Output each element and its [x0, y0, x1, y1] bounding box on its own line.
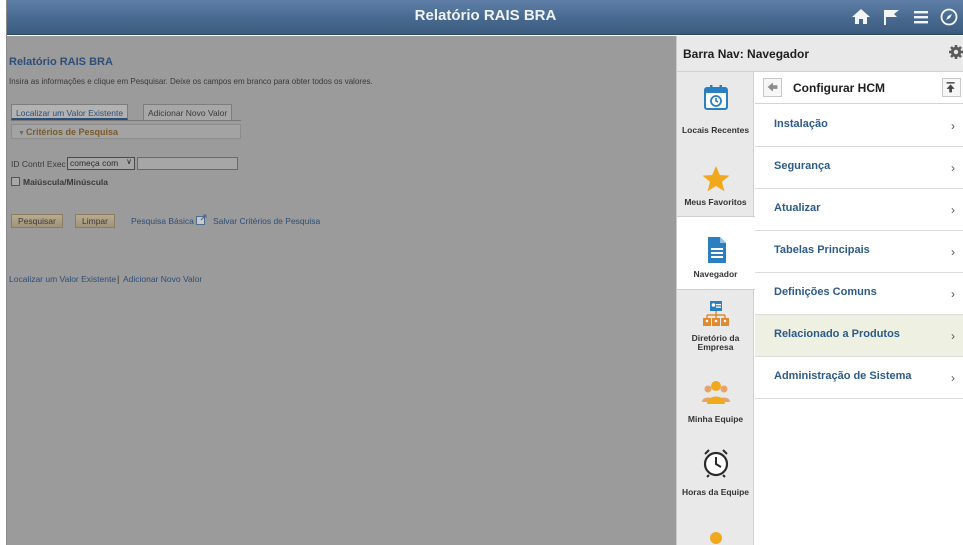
chevron-down-icon: ∨ — [126, 157, 132, 166]
menu-icon[interactable] — [911, 7, 931, 27]
gear-icon[interactable] — [948, 44, 963, 60]
rail-label-company-directory: Diretório da Empresa — [691, 333, 740, 352]
menu-label-security: Segurança — [774, 160, 831, 172]
rail-label-recent-places: Locais Recentes — [681, 125, 750, 135]
document-icon — [701, 235, 731, 265]
search-button[interactable]: Pesquisar — [11, 214, 63, 228]
chevron-right-icon: › — [951, 329, 955, 343]
page-instructions: Insira as informações e clique em Pesqui… — [9, 77, 373, 86]
menu-item-product-related[interactable]: Relacionado a Produtos › — [755, 315, 963, 357]
menu-label-installation: Instalação — [774, 118, 828, 130]
menu-item-update[interactable]: Atualizar › — [755, 189, 963, 231]
case-label: Maiúscula/Minúscula — [23, 177, 109, 187]
menu-label-system-administration: Administração de Sistema — [774, 370, 912, 382]
team-icon — [701, 376, 731, 406]
menu-item-security[interactable]: Segurança › — [755, 147, 963, 189]
rail-label-team-time: Horas da Equipe — [681, 487, 750, 497]
rail-item-navigator[interactable]: Navegador — [677, 216, 755, 290]
basic-search-link[interactable]: Pesquisa Básica — [131, 216, 194, 226]
operator-select[interactable]: começa com ∨ — [67, 157, 135, 170]
field-label-id: ID Contrl Exec — [11, 159, 66, 169]
rail-item-company-directory[interactable]: Diretório da Empresa — [677, 292, 754, 362]
alarm-clock-icon — [701, 448, 731, 478]
org-chart-icon — [701, 300, 731, 330]
chevron-right-icon: › — [951, 119, 955, 133]
save-criteria-icon[interactable] — [196, 212, 207, 225]
top-banner: Relatório RAIS BRA — [7, 0, 963, 35]
tab-find-existing[interactable]: Localizar um Valor Existente — [11, 104, 129, 120]
banner-title: Relatório RAIS BRA — [414, 7, 557, 24]
case-checkbox[interactable] — [11, 177, 20, 186]
tab-add-new[interactable]: Adicionar Novo Valor — [143, 104, 233, 120]
app-window: Relatório RAIS BRA Relatório RAIS BRA In… — [6, 0, 963, 545]
compass-icon[interactable] — [939, 7, 959, 27]
bottom-link-find-existing[interactable]: Localizar um Valor Existente — [9, 274, 116, 284]
search-criteria-label: Critérios de Pesquisa — [25, 127, 118, 137]
search-page: Relatório RAIS BRA Insira as informações… — [7, 36, 676, 545]
nav-bar-header: Barra Nav: Navegador — [677, 36, 963, 72]
menu-item-installation[interactable]: Instalação › — [755, 105, 963, 147]
menu-label-main-tables: Tabelas Principais — [774, 244, 870, 256]
menu-label-update: Atualizar — [774, 202, 821, 214]
chevron-right-icon: › — [951, 371, 955, 385]
rail-label-favorites: Meus Favoritos — [684, 197, 747, 207]
rail-label-navigator: Navegador — [693, 269, 738, 279]
link-separator: | — [117, 274, 120, 284]
operator-value: começa com — [70, 158, 119, 168]
page-title: Relatório RAIS BRA — [9, 56, 113, 68]
search-criteria-header[interactable]: ▼Critérios de Pesquisa — [11, 124, 241, 139]
tab-divider — [11, 120, 241, 121]
clear-button[interactable]: Limpar — [75, 214, 115, 228]
rail-item-partial[interactable] — [677, 524, 754, 545]
chevron-right-icon: › — [951, 161, 955, 175]
navigator-section-title: Configurar HCM — [793, 81, 885, 95]
nav-rail: Locais Recentes Meus Favoritos Navegador… — [677, 72, 755, 545]
star-icon — [701, 164, 731, 194]
navigator-header: Configurar HCM — [755, 72, 963, 104]
rail-item-my-team[interactable]: Minha Equipe — [677, 372, 754, 442]
pin-top-button[interactable] — [942, 78, 961, 97]
id-value-input[interactable] — [137, 157, 238, 170]
menu-label-common-definitions: Definições Comuns — [774, 286, 877, 298]
save-criteria-link[interactable]: Salvar Critérios de Pesquisa — [213, 216, 320, 226]
flag-icon[interactable] — [882, 7, 902, 27]
bottom-link-add-new[interactable]: Adicionar Novo Valor — [123, 274, 202, 284]
menu-item-common-definitions[interactable]: Definições Comuns › — [755, 273, 963, 315]
chevron-right-icon: › — [951, 245, 955, 259]
rail-label-my-team: Minha Equipe — [687, 414, 744, 424]
collapse-triangle-icon: ▼ — [18, 130, 25, 137]
navigator-content: Configurar HCM Instalação › Segurança › … — [755, 72, 963, 545]
chevron-right-icon: › — [951, 287, 955, 301]
nav-bar-panel: Barra Nav: Navegador Locais Recentes Meu… — [676, 36, 963, 545]
home-icon[interactable] — [851, 7, 871, 27]
rail-item-recent-places[interactable]: Locais Recentes — [677, 72, 754, 142]
chevron-right-icon: › — [951, 203, 955, 217]
menu-item-system-administration[interactable]: Administração de Sistema › — [755, 357, 963, 399]
menu-label-product-related: Relacionado a Produtos — [774, 328, 900, 340]
nav-bar-title: Barra Nav: Navegador — [683, 47, 810, 61]
back-button[interactable] — [763, 78, 782, 97]
calendar-clock-icon — [701, 82, 731, 112]
menu-item-main-tables[interactable]: Tabelas Principais › — [755, 231, 963, 273]
rail-item-team-time[interactable]: Horas da Equipe — [677, 442, 754, 512]
person-icon — [701, 528, 731, 545]
